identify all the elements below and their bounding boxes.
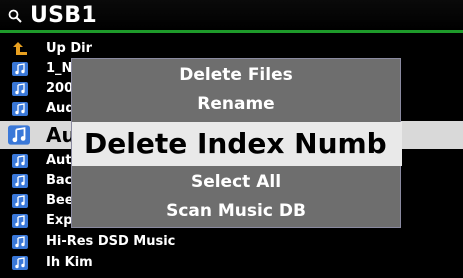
music-folder-icon: [12, 102, 28, 116]
list-item-label: Aut: [46, 153, 72, 168]
music-folder-icon: [8, 125, 30, 145]
list-item-up-dir[interactable]: Up Dir: [0, 39, 463, 59]
music-folder-icon: [12, 235, 28, 249]
list-item[interactable]: Ih Kim: [0, 253, 463, 273]
list-item-label: Ih Kim: [46, 255, 93, 270]
list-item-label: 200: [46, 81, 74, 96]
music-folder-icon: [12, 154, 28, 168]
list-item[interactable]: Hi-Res DSD Music: [0, 232, 463, 252]
search-icon[interactable]: [8, 9, 22, 23]
list-item-label: Hi-Res DSD Music: [46, 234, 176, 249]
page-title: USB1: [30, 3, 97, 28]
context-menu: Delete Files Rename Delete Index Numb Se…: [71, 58, 402, 228]
list-item-label: Bac: [46, 173, 73, 188]
menu-item-scan-music-db[interactable]: Scan Music DB: [72, 198, 400, 224]
music-folder-icon: [12, 82, 28, 96]
music-folder-icon: [12, 194, 28, 208]
list-item-label: Bee: [46, 193, 74, 208]
list-item-label: Up Dir: [46, 41, 93, 56]
menu-item-rename[interactable]: Rename: [72, 91, 400, 117]
music-folder-icon: [12, 174, 28, 188]
music-folder-icon: [12, 256, 28, 270]
up-arrow-icon: [13, 42, 27, 55]
menu-item-delete-files[interactable]: Delete Files: [72, 62, 400, 88]
music-folder-icon: [12, 214, 28, 228]
header-bar: USB1: [0, 0, 463, 33]
menu-item-select-all[interactable]: Select All: [72, 169, 400, 195]
music-folder-icon: [12, 62, 28, 76]
list-item-label: 1_N: [46, 61, 73, 76]
menu-item-delete-index-number[interactable]: Delete Index Numb: [72, 122, 402, 166]
